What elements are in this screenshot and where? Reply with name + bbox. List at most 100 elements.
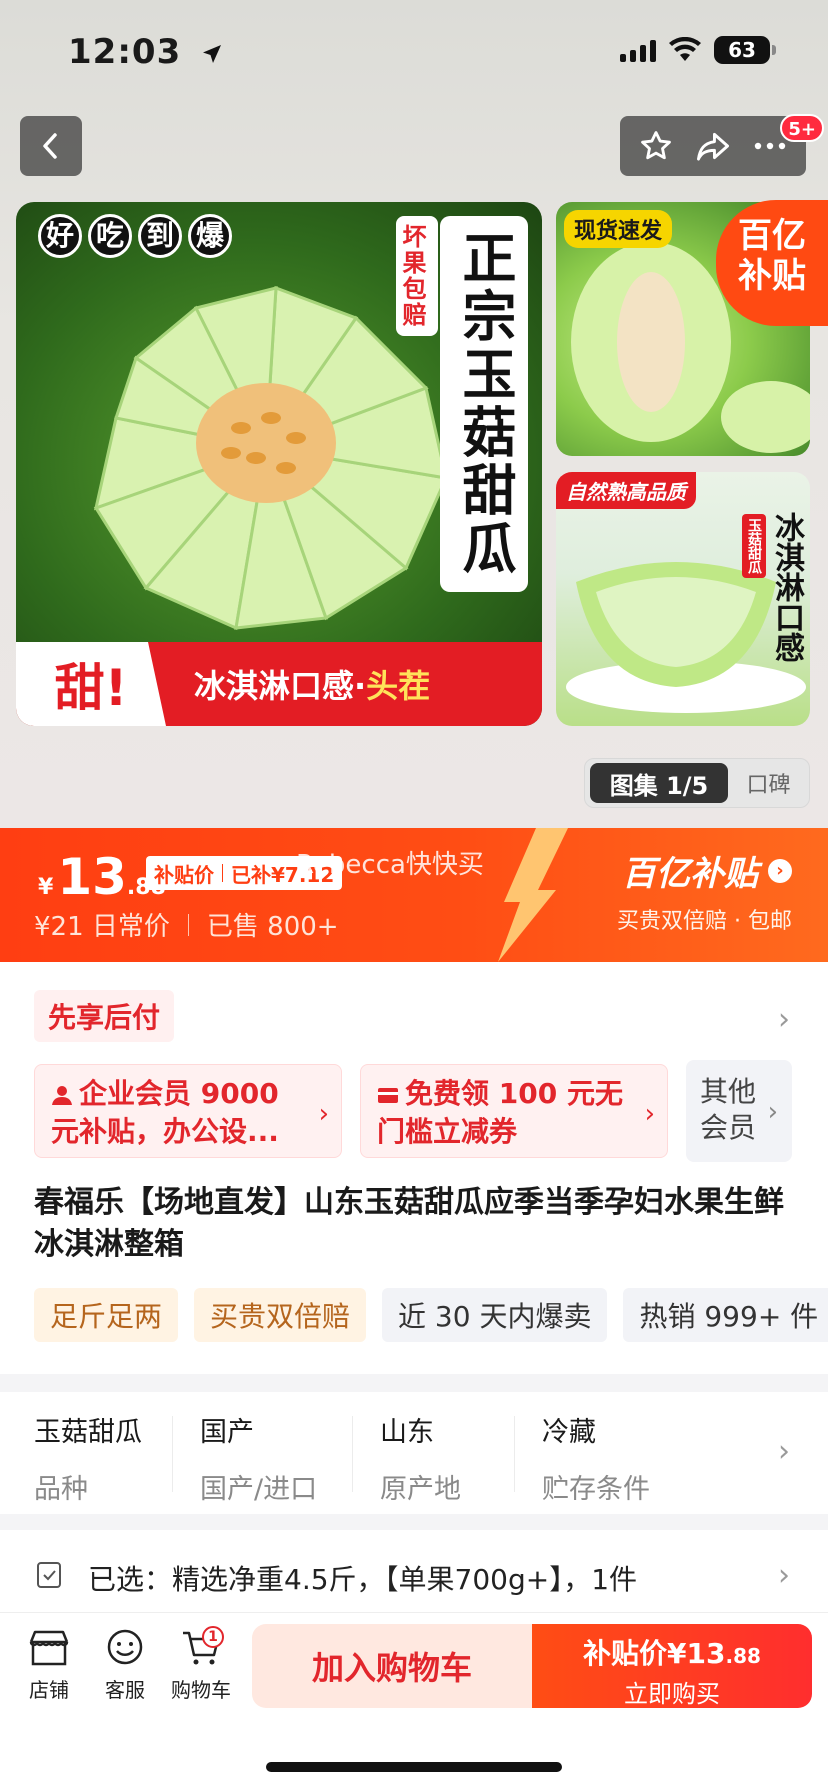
side-image-2-vertical-text: 冰淇淋口感 bbox=[769, 512, 804, 662]
side-image-2-small-tag: 玉菇甜瓜 bbox=[742, 514, 766, 578]
battery-icon: 63 bbox=[714, 36, 776, 64]
product-tags: 足斤足两 买贵双倍赔 近 30 天内爆卖 热销 999+ 件 bbox=[34, 1288, 828, 1342]
coupon-line: 免费领 100 元无 bbox=[405, 1077, 623, 1110]
coupon-enterprise[interactable]: 企业会员 9000 元补贴，办公设... › bbox=[34, 1064, 342, 1158]
share-icon bbox=[696, 132, 729, 161]
spec-origin: 山东 原产地 bbox=[380, 1410, 461, 1506]
user-icon bbox=[52, 1086, 72, 1105]
chevron-right-icon[interactable]: › bbox=[778, 1558, 790, 1593]
subsidy-corner-badge: 百亿 补贴 bbox=[716, 200, 828, 326]
chevron-right-icon[interactable]: › bbox=[778, 1434, 790, 1469]
pay-later-badge[interactable]: 先享后付 bbox=[34, 990, 175, 1042]
coupon-line: 元补贴，办公设... bbox=[51, 1115, 279, 1148]
product-gallery: 12:03 63 5+ 好 吃 到 爆 坏果包赔 正宗玉菇甜瓜 甜! 冰淇淋口感… bbox=[0, 0, 828, 828]
status-time: 12:03 bbox=[68, 32, 224, 72]
tag-hot-sales: 热销 999+ 件 bbox=[623, 1288, 828, 1342]
coupon-free-voucher[interactable]: 免费领 100 元无 门槛立减券 › bbox=[360, 1064, 668, 1158]
price-integer: 13 bbox=[57, 848, 127, 906]
main-image-vertical-title: 正宗玉菇甜瓜 bbox=[440, 216, 528, 592]
chevron-left-icon bbox=[43, 133, 57, 159]
side-image-2-tag: 自然熟高品质 bbox=[556, 472, 696, 509]
cart-count-badge: 1 bbox=[202, 1626, 224, 1648]
chevron-right-icon: › bbox=[767, 1097, 778, 1127]
banner-sweet-label: 甜! bbox=[16, 642, 166, 726]
banner-text: 冰淇淋口感·头茬 bbox=[166, 661, 430, 707]
gallery-switcher: 图集 1/5 口碑 bbox=[584, 758, 810, 808]
tag-double-refund: 买贵双倍赔 bbox=[194, 1288, 367, 1342]
cart-button[interactable]: 购物车 bbox=[166, 1628, 236, 1703]
customer-service-button[interactable]: 客服 bbox=[90, 1628, 160, 1703]
top-char: 好 bbox=[38, 214, 82, 258]
sold-count: 已售 800+ bbox=[206, 912, 339, 942]
coupon-line: 门槛立减券 bbox=[377, 1115, 518, 1148]
top-char: 吃 bbox=[88, 214, 132, 258]
watermark-text: Rebecca快快买 bbox=[296, 850, 484, 880]
chevron-right-icon[interactable]: › bbox=[778, 1002, 790, 1037]
subsidy-price-label: 补贴价 bbox=[154, 862, 214, 887]
subsidy-corner-line: 百亿 bbox=[738, 216, 806, 256]
top-char: 到 bbox=[138, 214, 182, 258]
signal-icon bbox=[620, 38, 656, 62]
spec-value: 国产 bbox=[200, 1417, 254, 1448]
product-title: 春福乐【场地直发】山东玉菇甜瓜应季当季孕妇水果生鲜冰淇淋整箱 bbox=[34, 1185, 784, 1262]
other-membership-button[interactable]: 其他 会员 › bbox=[686, 1060, 792, 1162]
buy-price-decimal: .88 bbox=[725, 1644, 761, 1668]
more-icon bbox=[754, 142, 785, 150]
spec-value: 玉菇甜瓜 bbox=[34, 1417, 142, 1448]
home-indicator bbox=[266, 1762, 562, 1772]
chevron-right-icon: › bbox=[318, 1099, 329, 1129]
message-badge: 5+ bbox=[780, 114, 824, 142]
status-time-text: 12:03 bbox=[68, 32, 182, 72]
banner-text-main: 冰淇淋口感· bbox=[194, 667, 367, 705]
top-char: 爆 bbox=[188, 214, 232, 258]
status-bar: 12:03 63 bbox=[0, 0, 828, 110]
tag-hot-30-days: 近 30 天内爆卖 bbox=[382, 1288, 608, 1342]
lightning-divider-icon bbox=[498, 828, 568, 962]
gallery-tab-reviews[interactable]: 口碑 bbox=[728, 767, 809, 799]
other-line: 会员 bbox=[700, 1111, 757, 1144]
original-price: ¥21 日常价 bbox=[34, 912, 170, 942]
checklist-icon bbox=[37, 1562, 61, 1588]
subsidy-subtitle: 买贵双倍赔 · 包邮 bbox=[617, 909, 792, 934]
buy-price: 补贴价¥13 bbox=[583, 1637, 726, 1670]
main-image-banner: 甜! 冰淇淋口感·头茬 bbox=[16, 642, 542, 726]
add-to-cart-button[interactable]: 加入购物车 bbox=[252, 1624, 532, 1708]
store-label: 店铺 bbox=[29, 1678, 69, 1702]
back-button[interactable] bbox=[20, 116, 82, 176]
main-product-image[interactable]: 好 吃 到 爆 坏果包赔 正宗玉菇甜瓜 甜! 冰淇淋口感·头茬 bbox=[16, 202, 542, 726]
favorite-button[interactable] bbox=[632, 122, 680, 170]
spec-value: 冷藏 bbox=[542, 1417, 596, 1448]
cart-label: 购物车 bbox=[171, 1678, 231, 1702]
share-button[interactable] bbox=[689, 122, 737, 170]
price-meta: ¥21 日常价 已售 800+ bbox=[34, 906, 339, 943]
side-image-1-tag: 现货速发 bbox=[564, 210, 673, 248]
side-product-image-2[interactable]: 自然熟高品质 玉菇甜瓜 冰淇淋口感 bbox=[556, 472, 810, 726]
subsidy-title: 百亿补贴 bbox=[622, 854, 758, 894]
coupon-line: 企业会员 9000 bbox=[79, 1077, 279, 1110]
wifi-icon bbox=[669, 37, 701, 61]
status-indicators: 63 bbox=[620, 36, 776, 64]
spec-variety: 玉菇甜瓜 品种 bbox=[34, 1410, 142, 1506]
spec-storage: 冷藏 贮存条件 bbox=[542, 1410, 650, 1506]
spec-key: 品种 bbox=[34, 1474, 88, 1505]
spec-origin-type: 国产 国产/进口 bbox=[200, 1410, 317, 1506]
store-button[interactable]: 店铺 bbox=[14, 1628, 84, 1703]
selected-variant-text: 已选：精选净重4.5斤，【单果700g+】，1件 bbox=[88, 1563, 638, 1596]
tag-full-weight: 足斤足两 bbox=[34, 1288, 179, 1342]
banner-text-highlight: 头茬 bbox=[366, 667, 431, 705]
nav-actions bbox=[620, 116, 806, 176]
gallery-tab-images[interactable]: 图集 1/5 bbox=[590, 763, 728, 803]
store-icon bbox=[29, 1630, 69, 1666]
card-icon bbox=[378, 1088, 398, 1103]
spec-key: 贮存条件 bbox=[542, 1474, 650, 1505]
subsidy-program-link[interactable]: 百亿补贴 › 买贵双倍赔 · 包邮 bbox=[617, 846, 792, 935]
buy-now-button[interactable]: 补贴价¥13.88 立即购买 bbox=[532, 1624, 812, 1708]
chevron-right-icon: › bbox=[768, 858, 792, 883]
chevron-right-icon: › bbox=[644, 1099, 655, 1129]
spec-value: 山东 bbox=[380, 1417, 434, 1448]
subsidy-corner-line: 补贴 bbox=[738, 256, 806, 296]
star-icon bbox=[641, 131, 672, 160]
buy-now-label: 立即购买 bbox=[624, 1680, 720, 1708]
spec-key: 原产地 bbox=[380, 1474, 461, 1505]
chat-smile-icon bbox=[107, 1629, 143, 1665]
